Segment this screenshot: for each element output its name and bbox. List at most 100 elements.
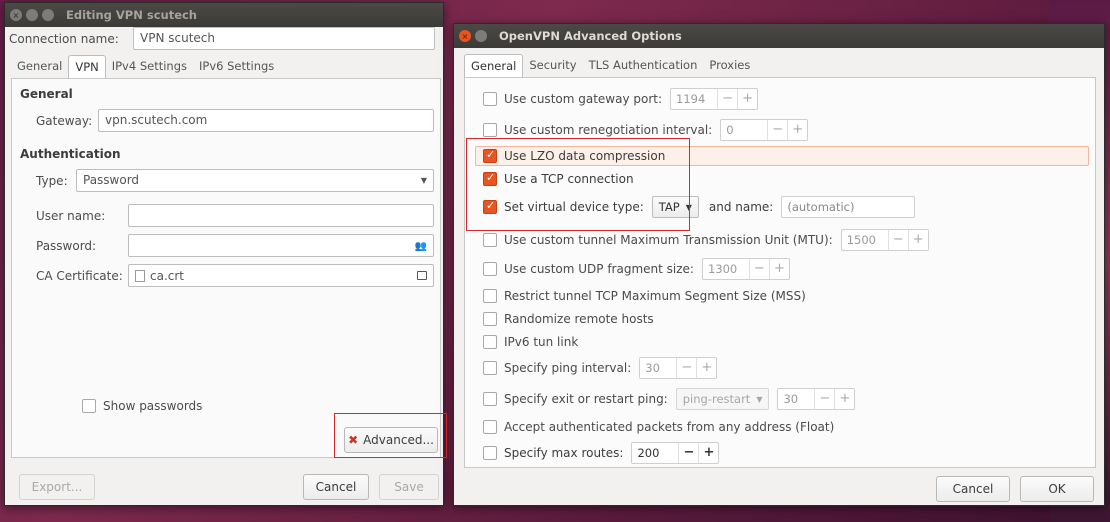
maximize-icon[interactable] [42,9,54,21]
username-input[interactable] [128,204,434,227]
max-routes-checkbox[interactable] [483,446,497,460]
mtu-label: Use custom tunnel Maximum Transmission U… [504,233,833,247]
adv-general-content: Use custom gateway port: 1194 − + Use cu… [464,77,1096,468]
type-value: Password [83,173,140,187]
save-button[interactable]: Save [379,474,439,500]
mtu-checkbox[interactable] [483,233,497,247]
randomize-option: Randomize remote hosts [483,308,654,330]
advanced-highlight-box [334,413,447,458]
tab-tls-authentication[interactable]: TLS Authentication [583,54,704,77]
close-icon[interactable]: × [459,30,471,42]
udp-fragment-value: 1300 [707,262,738,276]
window-title: Editing VPN scutech [66,8,197,22]
tab-proxies[interactable]: Proxies [703,54,756,77]
ping-value: 30 [645,361,660,375]
exit-ping-mode-value: ping-restart [682,392,751,406]
ipv6-option: IPv6 tun link [483,331,578,353]
vdev-name-placeholder: (automatic) [787,200,855,214]
gateway-port-value: 1194 [676,92,706,106]
ipv6-checkbox[interactable] [483,335,497,349]
gateway-input[interactable]: vpn.scutech.com [98,109,434,132]
connection-name-input[interactable]: VPN scutech [133,27,435,50]
ping-checkbox[interactable] [483,361,497,375]
ping-label: Specify ping interval: [504,361,632,375]
minus-icon[interactable]: − [887,230,908,250]
ping-spinner[interactable]: 30 − + [639,357,718,379]
minimize-icon[interactable] [26,9,38,21]
plus-icon[interactable]: + [834,389,854,409]
options-highlight-box [466,138,690,231]
minimize-icon[interactable] [475,30,487,42]
minus-icon[interactable]: − [676,358,696,378]
general-heading: General [20,87,73,101]
tab-security[interactable]: Security [523,54,582,77]
titlebar: × Editing VPN scutech [5,3,443,27]
minus-icon[interactable]: − [814,389,834,409]
password-input[interactable]: 👥 [128,234,434,257]
reneg-value: 0 [726,123,734,137]
mss-checkbox[interactable] [483,289,497,303]
max-routes-label: Specify max routes: [504,446,624,460]
adv-titlebar: × OpenVPN Advanced Options [454,24,1104,48]
mtu-spinner[interactable]: 1500 − + [840,229,929,251]
randomize-checkbox[interactable] [483,312,497,326]
gateway-port-option: Use custom gateway port: 1194 − + [483,88,759,110]
tab-general[interactable]: General [11,55,68,78]
max-routes-spinner[interactable]: 200 − + [631,442,720,464]
gateway-port-spinner[interactable]: 1194 − + [670,88,759,110]
show-passwords-checkbox[interactable] [82,399,96,413]
plus-icon[interactable]: + [696,358,716,378]
export-button[interactable]: Export... [19,474,95,500]
gateway-port-checkbox[interactable] [483,92,497,106]
minus-icon[interactable]: − [767,120,787,140]
vpn-tabs: General VPN IPv4 Settings IPv6 Settings [11,55,280,78]
show-passwords-label: Show passwords [103,399,203,413]
plus-icon[interactable]: + [698,443,718,463]
chevron-down-icon: ▼ [420,176,427,185]
udp-fragment-checkbox[interactable] [483,262,497,276]
type-label: Type: [36,174,68,188]
ca-certificate-label: CA Certificate: [36,269,123,283]
udp-fragment-spinner[interactable]: 1300 − + [701,258,790,280]
exit-ping-label: Specify exit or restart ping: [504,392,668,406]
plus-icon[interactable]: + [737,89,757,109]
mtu-value: 1500 [846,233,876,247]
reneg-checkbox[interactable] [483,123,497,137]
chevron-down-icon: ▼ [756,394,763,404]
exit-ping-mode-select[interactable]: ping-restart ▼ [675,388,770,410]
reneg-label: Use custom renegotiation interval: [504,123,713,137]
exit-ping-value: 30 [783,392,799,406]
exit-ping-checkbox[interactable] [483,392,497,406]
tab-ipv4-settings[interactable]: IPv4 Settings [106,55,193,78]
cancel-button[interactable]: Cancel [303,474,369,500]
plus-icon[interactable]: + [768,259,789,279]
type-select[interactable]: Password ▼ [76,169,434,192]
tab-ipv6-settings[interactable]: IPv6 Settings [193,55,280,78]
minus-icon[interactable]: − [717,89,737,109]
minus-icon[interactable]: − [748,259,769,279]
tab-general[interactable]: General [464,54,524,77]
ok-button[interactable]: OK [1020,476,1094,502]
vdev-name-input[interactable]: (automatic) [781,196,916,218]
cancel-button[interactable]: Cancel [936,476,1010,502]
reneg-spinner[interactable]: 0 − + [720,119,809,141]
username-label: User name: [36,209,106,223]
max-routes-option: Specify max routes: 200 − + [483,442,720,464]
ca-certificate-value: ca.crt [150,268,185,283]
ping-option: Specify ping interval: 30 − + [483,357,718,379]
udp-fragment-option: Use custom UDP fragment size: 1300 − + [483,258,790,280]
tab-vpn[interactable]: VPN [68,55,106,78]
plus-icon[interactable]: + [787,120,807,140]
float-checkbox[interactable] [483,420,497,434]
vdev-name-label: and name: [708,200,774,214]
close-icon[interactable]: × [10,9,22,21]
gateway-label: Gateway: [36,114,93,128]
openvpn-advanced-window: × OpenVPN Advanced Options General Secur… [453,23,1105,506]
exit-ping-spinner[interactable]: 30 − + [777,388,856,410]
ca-certificate-chooser[interactable]: ca.crt [128,264,434,287]
minus-icon[interactable]: − [678,443,698,463]
plus-icon[interactable]: + [907,230,928,250]
gateway-port-label: Use custom gateway port: [504,92,663,106]
mss-label: Restrict tunnel TCP Maximum Segment Size… [504,289,806,303]
users-icon[interactable]: 👥 [415,241,427,252]
